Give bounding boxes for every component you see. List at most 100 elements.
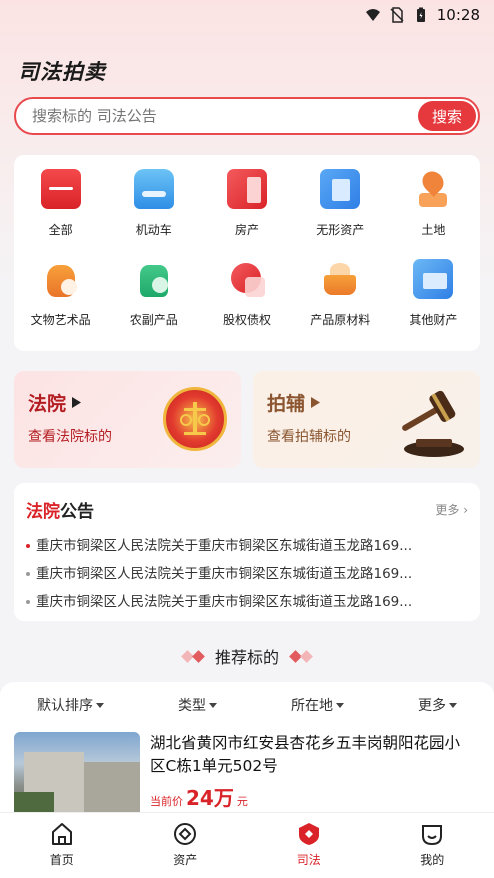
wifi-icon bbox=[365, 9, 380, 21]
gavel-icon bbox=[402, 390, 464, 457]
category-label: 文物艺术品 bbox=[30, 313, 91, 327]
home-icon bbox=[51, 823, 72, 845]
notice-item[interactable]: 重庆市铜梁区人民法院关于重庆市铜梁区东城街道玉龙路169... bbox=[26, 532, 468, 560]
notice-header: 法院公告 更多 › bbox=[26, 497, 468, 522]
category-card: 全部 机动车 房产 无形资产 土地 文物艺术品 农副产品 股权债权 产品原材料 … bbox=[14, 155, 480, 351]
notice-more-label: 更多 bbox=[435, 503, 460, 517]
notice-item[interactable]: 重庆市铜梁区人民法院关于重庆市铜梁区东城街道玉龙路169... bbox=[26, 588, 468, 616]
category-all[interactable]: 全部 bbox=[14, 169, 107, 259]
notice-card: 法院公告 更多 › 重庆市铜梁区人民法院关于重庆市铜梁区东城街道玉龙路169..… bbox=[14, 483, 480, 621]
price-unit: 元 bbox=[236, 795, 248, 808]
asset-icon bbox=[174, 823, 197, 845]
notice-item[interactable]: 重庆市铜梁区人民法院关于重庆市铜梁区东城街道玉龙路169... bbox=[26, 560, 468, 588]
notice-title: 法院公告 bbox=[26, 497, 94, 522]
notice-title-red: 法院 bbox=[26, 502, 60, 522]
category-label: 产品原材料 bbox=[310, 313, 371, 327]
category-label: 房产 bbox=[234, 223, 259, 237]
category-raw-material[interactable]: 产品原材料 bbox=[294, 259, 387, 349]
artwork-icon bbox=[41, 259, 81, 299]
all-icon bbox=[40, 169, 81, 209]
category-other-property[interactable]: 其他财产 bbox=[387, 259, 480, 349]
bottom-tab-bar: 首页 资产 司法 我的 bbox=[0, 812, 494, 878]
tab-profile[interactable]: 我的 bbox=[371, 813, 494, 878]
category-property[interactable]: 房产 bbox=[200, 169, 293, 259]
price-label: 当前价 bbox=[150, 795, 183, 808]
land-icon bbox=[413, 167, 453, 209]
no-sim-icon bbox=[390, 7, 404, 23]
equity-icon bbox=[227, 259, 267, 299]
court-promo-title: 法院 bbox=[28, 393, 67, 415]
notice-item-text: 重庆市铜梁区人民法院关于重庆市铜梁区东城街道玉龙路169... bbox=[36, 566, 413, 582]
farm-product-icon bbox=[134, 259, 174, 299]
tab-label: 司法 bbox=[296, 853, 321, 867]
notice-title-black: 公告 bbox=[60, 502, 94, 522]
caret-down-icon bbox=[336, 702, 344, 708]
vehicle-icon bbox=[133, 169, 174, 209]
property-icon bbox=[226, 169, 267, 209]
app-title: 司法拍卖 bbox=[18, 60, 106, 84]
tab-label: 资产 bbox=[173, 853, 198, 867]
status-time: 10:28 bbox=[436, 6, 480, 24]
filter-type[interactable]: 类型 bbox=[178, 695, 217, 715]
category-label: 其他财产 bbox=[409, 313, 458, 327]
play-arrow-icon bbox=[311, 397, 321, 408]
justice-icon bbox=[298, 823, 319, 845]
diamond-decor-icon bbox=[289, 649, 313, 663]
bullet-dot-icon bbox=[26, 600, 30, 604]
aux-promo-card[interactable]: 拍辅 查看拍辅标的 bbox=[253, 371, 480, 468]
category-label: 全部 bbox=[48, 223, 73, 237]
category-equity[interactable]: 股权债权 bbox=[200, 259, 293, 349]
court-emblem-icon bbox=[163, 387, 227, 451]
category-intangible-asset[interactable]: 无形资产 bbox=[294, 169, 387, 259]
tab-label: 首页 bbox=[49, 853, 74, 867]
intangible-asset-icon bbox=[320, 169, 361, 209]
recommend-section-header: 推荐标的 bbox=[0, 644, 494, 668]
search-bar[interactable]: 搜索 bbox=[14, 97, 480, 135]
listing-photo bbox=[14, 732, 140, 822]
filter-more[interactable]: 更多 bbox=[418, 695, 457, 715]
tab-justice[interactable]: 司法 bbox=[247, 813, 371, 878]
price-value: 24万 bbox=[186, 786, 234, 810]
category-vehicle[interactable]: 机动车 bbox=[107, 169, 200, 259]
other-property-icon bbox=[413, 259, 454, 299]
tab-asset[interactable]: 资产 bbox=[124, 813, 248, 878]
category-land[interactable]: 土地 bbox=[387, 167, 480, 259]
filter-label: 默认排序 bbox=[37, 698, 93, 714]
caret-down-icon bbox=[449, 702, 457, 708]
caret-down-icon bbox=[96, 702, 104, 708]
profile-icon bbox=[422, 825, 443, 846]
category-farm-product[interactable]: 农副产品 bbox=[107, 259, 200, 349]
category-label: 农副产品 bbox=[129, 313, 178, 327]
search-button[interactable]: 搜索 bbox=[418, 101, 476, 131]
aux-promo-title: 拍辅 bbox=[267, 393, 306, 415]
bullet-dot-icon bbox=[26, 572, 30, 576]
filter-label: 所在地 bbox=[291, 698, 333, 714]
filter-bar: 默认排序 类型 所在地 更多 bbox=[0, 682, 494, 728]
caret-down-icon bbox=[209, 702, 217, 708]
battery-icon bbox=[416, 7, 425, 22]
recommend-list: 默认排序 类型 所在地 更多 湖北省黄冈市红安县杏花乡五丰岗朝阳花园小区C栋1单… bbox=[0, 682, 494, 832]
notice-item-text: 重庆市铜梁区人民法院关于重庆市铜梁区东城街道玉龙路169... bbox=[36, 538, 413, 554]
tab-label: 我的 bbox=[420, 853, 445, 867]
diamond-decor-icon bbox=[181, 649, 205, 663]
filter-location[interactable]: 所在地 bbox=[291, 695, 344, 715]
category-artwork[interactable]: 文物艺术品 bbox=[14, 259, 107, 349]
filter-label: 类型 bbox=[178, 698, 206, 714]
court-promo-card[interactable]: 法院 查看法院标的 bbox=[14, 371, 241, 468]
status-bar: 10:28 bbox=[0, 0, 494, 30]
bullet-dot-icon bbox=[26, 544, 30, 548]
listing-item[interactable]: 湖北省黄冈市红安县杏花乡五丰岗朝阳花园小区C栋1单元502号 当前价 24万 元 bbox=[14, 732, 475, 822]
notice-item-text: 重庆市铜梁区人民法院关于重庆市铜梁区东城街道玉龙路169... bbox=[36, 594, 413, 610]
chevron-right-icon: › bbox=[463, 503, 468, 517]
search-input[interactable] bbox=[32, 107, 478, 125]
category-label: 股权债权 bbox=[222, 313, 271, 327]
raw-material-icon bbox=[320, 259, 360, 299]
filter-label: 更多 bbox=[418, 698, 446, 714]
play-arrow-icon bbox=[72, 397, 82, 408]
notice-more-link[interactable]: 更多 › bbox=[435, 501, 468, 518]
filter-sort[interactable]: 默认排序 bbox=[37, 695, 104, 715]
category-label: 土地 bbox=[421, 223, 446, 237]
tab-home[interactable]: 首页 bbox=[0, 813, 124, 878]
category-label: 机动车 bbox=[135, 223, 172, 237]
listing-title: 湖北省黄冈市红安县杏花乡五丰岗朝阳花园小区C栋1单元502号 bbox=[150, 734, 461, 775]
